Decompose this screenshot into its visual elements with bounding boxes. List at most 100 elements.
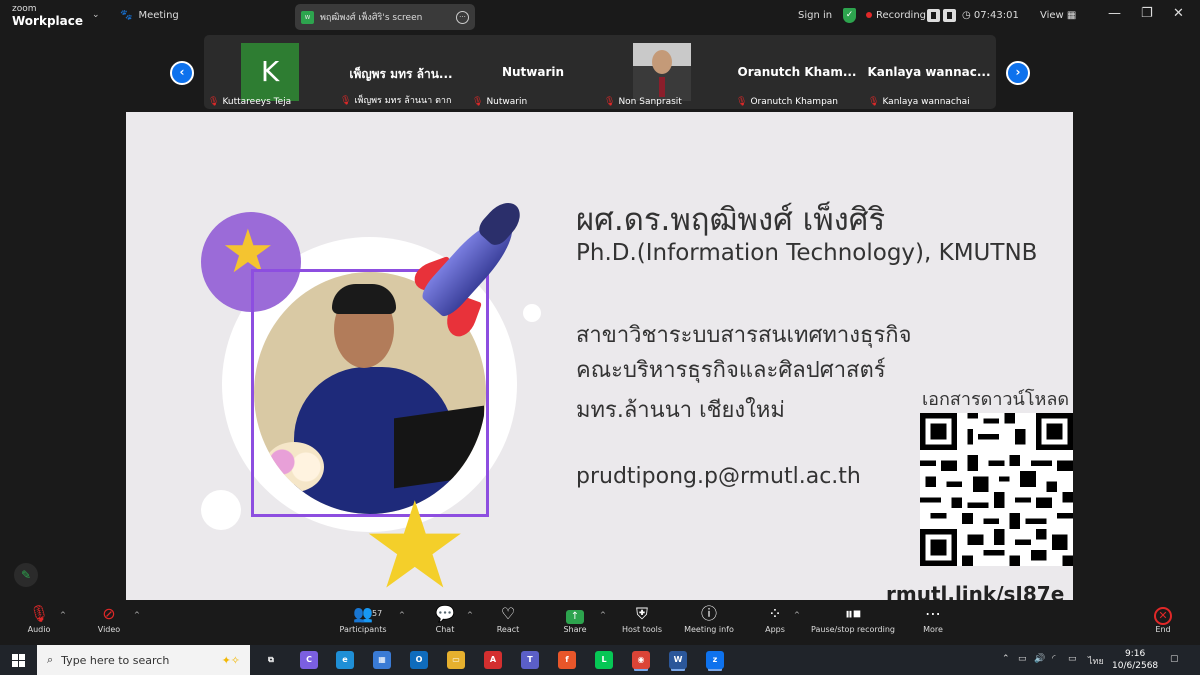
meeting-timer: ◷ 07:43:01 [962,10,1019,21]
presenter-degree: Ph.D.(Information Technology), KMUTNB [576,240,1038,266]
chevron-up-icon[interactable]: ^ [399,611,405,619]
language-indicator[interactable]: ไทย [1088,654,1104,668]
apps-button[interactable]: ⁘ Apps [760,603,790,634]
wifi-icon[interactable]: ◜ [1052,654,1056,664]
line-icon[interactable]: L [595,651,613,669]
apps-label: Apps [765,625,785,634]
network-icon[interactable]: ▭ [1068,654,1077,664]
notification-icon[interactable]: ▢ [1170,654,1179,664]
paw-icon: 🐾 [120,10,133,21]
view-menu[interactable]: View ▦ [1040,10,1076,21]
edge-icon[interactable]: e [336,651,354,669]
chevron-up-icon[interactable]: ^ [600,611,606,619]
pause-recording-icon[interactable] [927,9,940,22]
store-icon[interactable]: ▦ [373,651,391,669]
sharer-avatar-icon: w [301,10,314,24]
participant-display-name: เพ็ญพร มทร ล้าน... [349,67,453,81]
recording-dot-icon [866,12,872,18]
participant-name: 🎙 Non Sanprasit [604,97,682,107]
timer-value: 07:43:01 [973,10,1019,21]
chat-label: Chat [435,625,455,634]
chevron-down-icon[interactable]: ⌄ [92,10,100,20]
participant-strip: K 🎙 Kuttareeys Teja เพ็ญพร มทร ล้าน... 🎙 เ… [204,35,996,109]
video-label: Video [97,625,121,634]
firefox-icon[interactable]: f [558,651,576,669]
audio-button[interactable]: 🎙 Audio [22,603,56,634]
chevron-up-icon[interactable]: ^ [60,611,66,619]
close-icon[interactable]: ✕ [1173,6,1184,21]
avatar [633,43,691,101]
shield-icon[interactable]: ✓ [843,8,856,23]
participant-tile[interactable]: Oranutch Kham... 🎙 Oranutch Khampan [732,35,862,109]
stop-recording-icon[interactable] [943,9,956,22]
end-button[interactable]: ✕ End [1148,603,1178,634]
share-screen-icon: ↑ [566,610,584,624]
meeting-info-button[interactable]: ⓘ Meeting info [682,603,736,634]
chevron-up-icon[interactable]: ^ [794,611,800,619]
participant-tile[interactable]: 🎙 Non Sanprasit [600,35,730,109]
restore-icon[interactable]: ❐ [1141,6,1153,21]
clock-date: 10/6/2568 [1112,661,1159,671]
university: มทร.ล้านนา เชียงใหม่ [576,398,785,423]
volume-icon[interactable]: 🔊 [1034,654,1045,664]
participant-tile[interactable]: เพ็ญพร มทร ล้าน... 🎙 เพ็ญพร มทร ล้านนา ตา… [336,35,466,109]
qr-code [920,413,1073,566]
more-options-icon[interactable]: ··· [456,10,469,24]
zoom-icon[interactable]: z [706,651,724,669]
brand-bottom: Workplace [12,14,84,28]
participant-tile[interactable]: Nutwarin 🎙 Nutwarin [468,35,598,109]
windows-start-icon[interactable] [12,654,25,667]
mic-muted-icon: 🎙 [604,97,616,107]
participant-tile[interactable]: Kanlaya wannac... 🎙 Kanlaya wannachai [864,35,994,109]
recording-status: Recording... [866,10,936,21]
participant-display-name: Nutwarin [501,65,565,79]
previous-page-button[interactable]: ‹ [170,61,194,85]
copilot-icon[interactable]: C [300,651,318,669]
participant-tile[interactable]: K 🎙 Kuttareeys Teja [204,35,334,109]
battery-icon[interactable]: ▭ [1018,654,1027,664]
chevron-up-icon[interactable]: ⌃ [1002,654,1010,664]
host-tools-button[interactable]: ⛨ Host tools [620,603,664,634]
search-icon: ⌕ [47,653,54,666]
file-explorer-icon[interactable]: ▭ [447,651,465,669]
department: สาขาวิชาระบบสารสนเทศทางธุรกิจ [576,323,912,348]
outlook-icon[interactable]: O [410,651,428,669]
sign-in-link[interactable]: Sign in [798,10,832,21]
chevron-up-icon[interactable]: ^ [134,611,140,619]
mic-muted-icon: 🎙 [472,97,484,107]
participants-icon: 👥 [353,604,373,623]
minimize-icon[interactable]: — [1108,6,1121,21]
participants-button[interactable]: 👥 57 Participants [335,603,391,634]
task-view-icon[interactable]: ⧉ [262,651,280,669]
system-clock[interactable]: 9:16 10/6/2568 [1112,648,1158,672]
word-icon[interactable]: W [669,651,687,669]
meeting-menu[interactable]: 🐾 Meeting [120,10,179,21]
host-tools-label: Host tools [621,625,663,634]
video-button[interactable]: ⊘ Video [92,603,126,634]
shared-screen-pill[interactable]: w พฤฒิพงศ์ เพ็งศิริ's screen ··· [295,4,475,30]
star-icon: ★ [361,477,469,601]
pause-recording-label: Pause/stop recording [811,625,895,634]
app-brand[interactable]: zoom Workplace [12,3,83,27]
video-off-icon: ⊘ [102,604,116,623]
chat-button[interactable]: 💬 Chat [430,603,460,634]
decor-circle [523,304,541,322]
info-icon: ⓘ [700,604,717,623]
meeting-toolbar: 🎙 Audio ^ ⊘ Video ^ 👥 57 Participants ^ … [0,601,1200,645]
next-page-button[interactable]: › [1006,61,1030,85]
pdf-icon[interactable]: A [484,651,502,669]
annotate-pencil-icon[interactable]: ✎ [14,563,38,587]
share-button[interactable]: ↑ Share [560,603,590,634]
chrome-icon[interactable]: ◉ [632,651,650,669]
chevron-up-icon[interactable]: ^ [467,611,473,619]
more-button[interactable]: ⋯ More [918,603,948,634]
mic-muted-icon: 🎙 [340,96,352,106]
react-button[interactable]: ♡ React [493,603,523,634]
taskbar-search[interactable]: ⌕ Type here to search ✦✧ [37,645,250,675]
chat-icon: 💬 [435,604,455,623]
mic-muted-icon: 🎙 [868,97,880,107]
pause-stop-recording-button[interactable]: ⏸⏹ Pause/stop recording [808,603,898,634]
teams-icon[interactable]: T [521,651,539,669]
participants-count: 57 [372,609,383,618]
audio-label: Audio [27,625,51,634]
